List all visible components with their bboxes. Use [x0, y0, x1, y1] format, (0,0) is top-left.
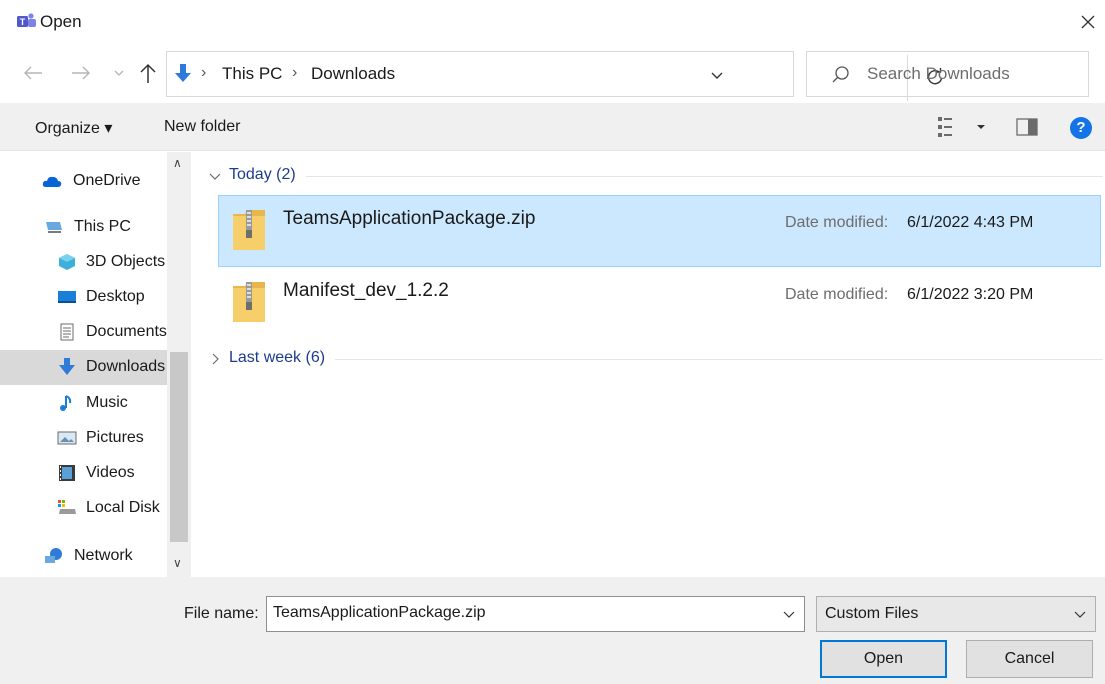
search-icon	[832, 66, 849, 83]
date-modified-label: Date modified:	[785, 286, 889, 303]
file-list: Today (2) TeamsApplicationPackage.zip Da…	[196, 152, 1105, 577]
sidebar-item-pictures[interactable]: Pictures	[0, 421, 167, 456]
preview-pane-icon[interactable]	[1016, 117, 1038, 137]
new-folder-button[interactable]: New folder	[164, 118, 240, 136]
breadcrumb-separator-icon[interactable]: ›	[292, 64, 297, 82]
recent-locations-chevron-icon[interactable]	[112, 64, 126, 82]
file-name: Manifest_dev_1.2.2	[283, 280, 449, 301]
download-icon	[59, 358, 75, 375]
videos-icon	[59, 465, 75, 481]
scroll-up-icon[interactable]: ∧	[173, 156, 182, 170]
chevron-down-icon[interactable]	[707, 66, 727, 84]
sidebar-item-local-disk[interactable]: Local Disk	[0, 491, 167, 526]
group-divider	[335, 359, 1103, 360]
sidebar-item-label: OneDrive	[73, 172, 141, 189]
zip-folder-icon	[233, 210, 265, 250]
date-modified-value: 6/1/2022 3:20 PM	[907, 286, 1034, 303]
computer-icon	[46, 222, 62, 233]
group-label: Last week (6)	[229, 349, 326, 366]
address-bar[interactable]: › This PC › Downloads	[166, 51, 943, 101]
scroll-down-icon[interactable]: ∨	[173, 556, 182, 570]
sidebar-item-this-pc[interactable]: This PC	[0, 210, 167, 245]
3d-objects-icon	[59, 254, 75, 270]
close-button[interactable]	[1075, 8, 1101, 36]
sidebar-item-videos[interactable]: Videos	[0, 456, 167, 491]
network-icon	[45, 548, 62, 563]
sidebar-item-downloads[interactable]: Downloads	[0, 350, 167, 385]
sidebar-item-documents[interactable]: Documents	[0, 315, 167, 350]
date-modified-value: 6/1/2022 4:43 PM	[907, 214, 1034, 231]
close-icon	[1081, 15, 1095, 29]
sidebar-item-label: Documents	[86, 323, 167, 340]
sidebar-item-label: Network	[74, 547, 133, 564]
date-modified-label: Date modified:	[785, 214, 889, 231]
navigation-pane: OneDrive This PC 3D Objects Desktop Docu…	[0, 152, 192, 577]
breadcrumb-this-pc[interactable]: This PC	[222, 64, 282, 84]
scrollbar-thumb[interactable]	[170, 352, 188, 542]
pictures-icon	[57, 431, 77, 445]
navigation-bar: › This PC › Downloads Search Downloads	[0, 48, 1105, 101]
file-type-select[interactable]: Custom Files	[816, 596, 1096, 632]
sidebar-item-3d-objects[interactable]: 3D Objects	[0, 245, 167, 280]
sidebar-item-label: Local Disk	[86, 499, 160, 516]
download-icon	[175, 64, 191, 82]
file-name: TeamsApplicationPackage.zip	[283, 208, 536, 229]
breadcrumb-downloads[interactable]: Downloads	[311, 64, 395, 84]
change-view-button[interactable]	[936, 114, 986, 140]
chevron-down-icon	[209, 173, 221, 180]
window-title: Open	[40, 12, 82, 31]
sidebar-item-desktop[interactable]: Desktop	[0, 280, 167, 315]
file-row-teams-package[interactable]: TeamsApplicationPackage.zip Date modifie…	[218, 195, 1101, 267]
desktop-icon	[58, 291, 76, 303]
sidebar-item-label: Videos	[86, 464, 135, 481]
group-header-today[interactable]: Today (2)	[208, 166, 1103, 188]
title-bar: T Open	[0, 0, 1105, 46]
chevron-down-icon[interactable]	[782, 607, 796, 621]
open-button[interactable]: Open	[820, 640, 947, 678]
file-name-field[interactable]	[266, 596, 805, 632]
file-name-input[interactable]	[273, 604, 753, 622]
sidebar-item-label: Desktop	[86, 288, 145, 305]
sidebar-item-label: Downloads	[86, 358, 166, 375]
organize-button[interactable]: Organize ▾	[35, 118, 112, 138]
search-placeholder: Search Downloads	[867, 64, 1010, 83]
group-divider	[306, 176, 1103, 177]
file-name-panel: File name: Custom Files Open Cancel	[0, 577, 1105, 684]
chevron-right-icon	[212, 353, 219, 365]
sidebar-item-label: This PC	[74, 218, 131, 235]
breadcrumb-separator-icon[interactable]: ›	[201, 64, 206, 82]
cancel-button[interactable]: Cancel	[966, 640, 1093, 678]
sidebar-item-label: 3D Objects	[86, 253, 166, 270]
zip-folder-icon	[233, 282, 265, 322]
command-toolbar: Organize ▾ New folder ?	[0, 103, 1105, 151]
up-arrow-icon[interactable]	[138, 61, 158, 85]
help-button[interactable]: ?	[1070, 117, 1092, 139]
group-label: Today (2)	[229, 166, 296, 183]
file-name-label: File name:	[184, 605, 259, 622]
svg-text:T: T	[20, 17, 26, 27]
forward-arrow-icon[interactable]	[70, 62, 92, 84]
sidebar-scrollbar[interactable]: ∧ ∨	[167, 152, 191, 577]
back-arrow-icon[interactable]	[22, 62, 44, 84]
teams-app-icon: T	[17, 13, 36, 27]
details-view-icon	[938, 117, 985, 137]
sidebar-item-onedrive[interactable]: OneDrive	[0, 164, 167, 199]
documents-icon	[60, 323, 74, 341]
sidebar-item-label: Pictures	[86, 429, 144, 446]
chevron-down-icon	[1074, 611, 1086, 618]
sidebar-item-network[interactable]: Network	[0, 539, 167, 574]
sidebar-item-music[interactable]: Music	[0, 386, 167, 421]
group-header-last-week[interactable]: Last week (6)	[208, 349, 1103, 371]
local-disk-icon	[58, 500, 76, 514]
onedrive-icon	[42, 176, 62, 187]
search-input[interactable]: Search Downloads	[806, 51, 1089, 97]
file-type-value: Custom Files	[825, 605, 919, 622]
sidebar-item-label: Music	[86, 394, 128, 411]
music-icon	[60, 395, 72, 411]
file-row-manifest[interactable]: Manifest_dev_1.2.2 Date modified: 6/1/20…	[218, 267, 1101, 339]
